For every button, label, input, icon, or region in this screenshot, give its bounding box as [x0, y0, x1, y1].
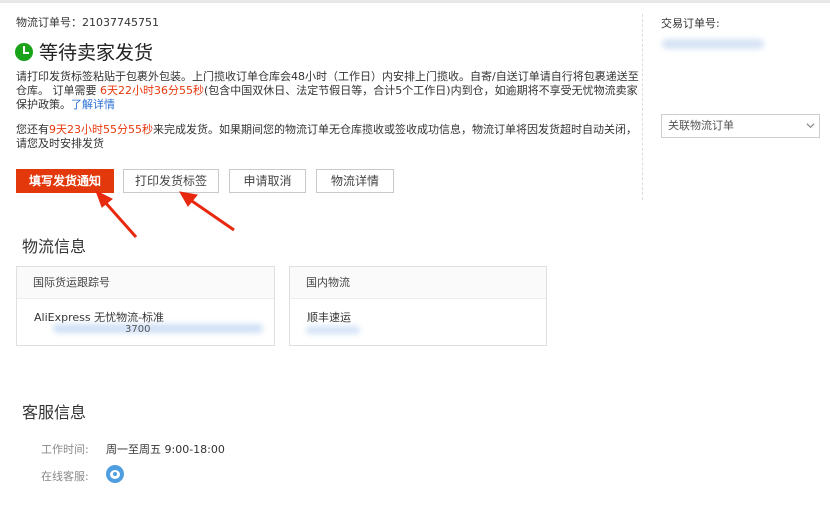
domestic-logistics-card: 国内物流 顺丰速运 [289, 266, 547, 346]
work-hours: 工作时间: [41, 441, 89, 457]
arrow-to-fill-notice [95, 189, 138, 238]
select-value: 关联物流订单 [668, 119, 734, 132]
intl-tracking-fragment: 3700 [125, 324, 151, 335]
service-section-title: 客服信息 [22, 403, 87, 422]
chevron-down-icon [806, 123, 815, 129]
intl-tracking-header: 国际货运跟踪号 [17, 267, 274, 299]
trade-order-label: 交易订单号: [661, 17, 720, 30]
redacted-domestic-number [306, 326, 360, 334]
annotation-arrows [95, 189, 235, 238]
related-logistics-order-select[interactable]: 关联物流订单 [661, 114, 820, 138]
redacted-trade-order-number [662, 39, 764, 49]
arrow-to-print-label [179, 191, 235, 232]
intl-carrier: AliExpress 无忧物流-标准 [34, 311, 165, 324]
redacted-tracking-number [53, 324, 263, 333]
work-hours-value: 周一至周五 9:00-18:00 [106, 443, 225, 456]
domestic-header: 国内物流 [290, 267, 546, 299]
domestic-carrier: 顺丰速运 [307, 311, 351, 324]
online-service-chat-icon[interactable] [106, 465, 124, 483]
international-tracking-card: 国际货运跟踪号 AliExpress 无忧物流-标准 3700 [16, 266, 275, 346]
sidebar-divider [642, 14, 643, 200]
work-hours-label: 工作时间: [41, 443, 89, 456]
online-service-label: 在线客服: [41, 470, 89, 483]
logistics-section-title: 物流信息 [22, 237, 87, 256]
